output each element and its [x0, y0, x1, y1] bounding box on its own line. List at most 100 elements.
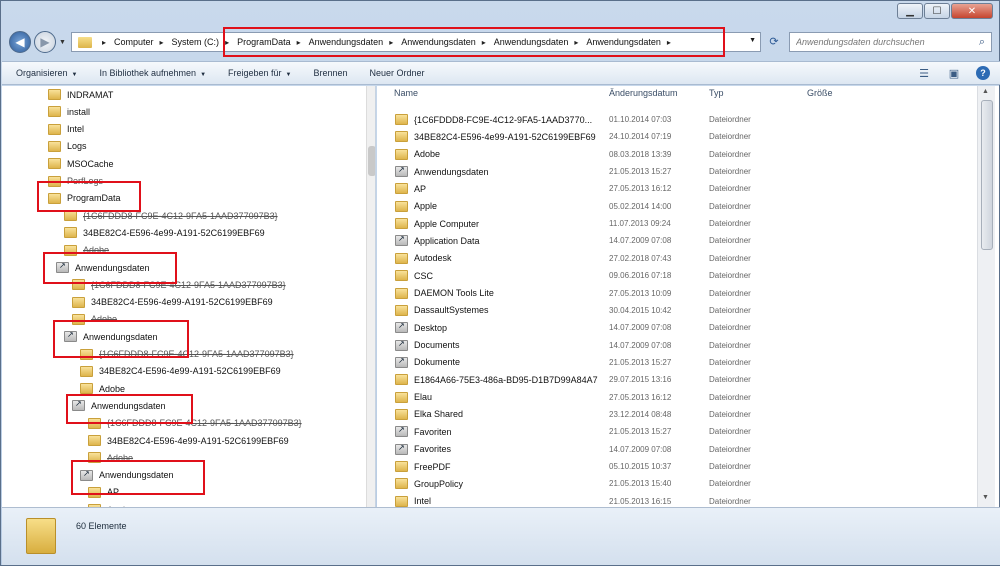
tree-item[interactable]: Anwendungsdaten: [80, 467, 174, 484]
file-row[interactable]: DAEMON Tools Lite 27.05.2013 10:09 Dateior…: [377, 285, 977, 302]
file-row[interactable]: Favorites 14.07.2009 07:08 Dateiordner: [377, 441, 977, 458]
breadcrumb-separator-icon[interactable]: ▸: [482, 38, 486, 47]
tree-item[interactable]: 34BE82C4-E596-4e99-A191-52C6199EBF69: [72, 294, 273, 311]
tree-item[interactable]: Anwendungsdaten: [72, 397, 166, 414]
view-options-icon[interactable]: ☰: [916, 65, 932, 81]
tree-item[interactable]: 34BE82C4-E596-4e99-A191-52C6199EBF69: [88, 432, 289, 449]
preview-pane-icon[interactable]: ▣: [946, 65, 962, 81]
folder-icon: [48, 175, 61, 187]
tree-item[interactable]: Adobe: [80, 380, 125, 397]
share-menu[interactable]: Freigeben für ▼: [228, 68, 291, 78]
organize-menu[interactable]: Organisieren ▼: [16, 68, 77, 78]
breadcrumb-separator-icon[interactable]: ▸: [102, 38, 106, 47]
file-row[interactable]: CSC 09.06.2016 07:18 Dateiordner: [377, 267, 977, 284]
back-button[interactable]: ◀: [9, 31, 31, 53]
file-row[interactable]: Adobe 08.03.2018 13:39 Dateiordner: [377, 146, 977, 163]
column-header-name[interactable]: Name: [394, 88, 418, 104]
breadcrumb-separator-icon[interactable]: ▸: [160, 38, 164, 47]
breadcrumb-separator-icon[interactable]: ▸: [225, 38, 229, 47]
file-row[interactable]: FreePDF 05.10.2015 10:37 Dateiordner: [377, 458, 977, 475]
history-dropdown-icon[interactable]: ▼: [59, 39, 66, 46]
help-icon[interactable]: ?: [976, 66, 990, 80]
navigation-scrollbar[interactable]: [366, 86, 375, 507]
search-box[interactable]: ⌕: [789, 32, 992, 52]
tree-item[interactable]: ProgramData: [48, 190, 121, 207]
file-row[interactable]: AP 27.05.2013 16:12 Dateiordner: [377, 180, 977, 197]
file-row[interactable]: E1864A66-75E3-486a-BD95-D1B7D99A84A7 29.0…: [377, 371, 977, 388]
file-row[interactable]: Elka Shared 23.12.2014 08:48 Dateiordner: [377, 406, 977, 423]
close-button[interactable]: ✕: [951, 3, 993, 19]
tree-item[interactable]: Anwendungsdaten: [64, 328, 158, 345]
tree-item[interactable]: Logs: [48, 138, 87, 155]
file-row[interactable]: Documents 14.07.2009 07:08 Dateiordner: [377, 337, 977, 354]
tree-item[interactable]: {1C6FDDD8-FC9E-4C12-9FA5-1AAD377097B3}: [88, 415, 302, 432]
breadcrumb-separator-icon[interactable]: ▸: [389, 38, 393, 47]
breadcrumb-separator-icon[interactable]: ▸: [574, 38, 578, 47]
breadcrumb-item[interactable]: ProgramData: [237, 37, 291, 47]
include-library-menu[interactable]: In Bibliothek aufnehmen ▼: [99, 68, 206, 78]
tree-item[interactable]: PerfLogs: [48, 173, 103, 190]
scrollbar-thumb[interactable]: [368, 146, 375, 176]
navigation-pane[interactable]: INDRAMAT install Intel Logs MSOCache PerfLogs…: [2, 86, 376, 507]
breadcrumb-item[interactable]: Anwendungsdaten: [401, 37, 476, 47]
new-folder-button[interactable]: Neuer Ordner: [370, 68, 425, 78]
file-list-scrollbar[interactable]: ▲ ▼: [977, 86, 995, 507]
breadcrumb-item[interactable]: Anwendungsdaten: [309, 37, 384, 47]
address-bar[interactable]: ▸ Computer ▸ System (C:) ▸ ProgramData ▸…: [71, 32, 761, 52]
tree-item[interactable]: {1C6FDDD8-FC9E-4C12-9FA5-1AAD377097B3}: [72, 276, 286, 293]
search-input[interactable]: [796, 37, 966, 47]
file-row[interactable]: Intel 21.05.2013 16:15 Dateiordner: [377, 493, 977, 507]
column-header-type[interactable]: Typ: [709, 88, 724, 104]
search-icon[interactable]: ⌕: [979, 36, 985, 49]
tree-item[interactable]: {1C6FDDD8-FC9E-4C12-9FA5-1AAD377097B3}: [80, 346, 294, 363]
tree-item[interactable]: AP: [88, 484, 119, 501]
file-row[interactable]: Apple 05.02.2014 14:00 Dateiordner: [377, 198, 977, 215]
scroll-up-icon[interactable]: ▲: [982, 88, 989, 95]
breadcrumb-separator-icon[interactable]: ▸: [667, 38, 671, 47]
column-header-size[interactable]: Größe: [807, 88, 833, 104]
file-date: 14.07.2009 07:08: [609, 444, 672, 454]
file-row[interactable]: {1C6FDDD8-FC9E-4C12-9FA5-1AAD3770... 01.1…: [377, 111, 977, 128]
file-type: Dateiordner: [709, 340, 751, 350]
file-row[interactable]: Application Data 14.07.2009 07:08 Dateiord…: [377, 232, 977, 249]
maximize-button[interactable]: ☐: [924, 3, 950, 19]
file-row[interactable]: 34BE82C4-E596-4e99-A191-52C6199EBF69 24.1…: [377, 128, 977, 145]
tree-item[interactable]: install: [48, 103, 90, 120]
tree-item[interactable]: Intel: [48, 121, 84, 138]
file-name-label: DassaultSystemes: [414, 305, 489, 316]
file-row[interactable]: GroupPolicy 21.05.2013 15:40 Dateiordner: [377, 475, 977, 492]
scrollbar-thumb[interactable]: [981, 100, 993, 250]
tree-item[interactable]: INDRAMAT: [48, 86, 113, 103]
folder-icon: [48, 89, 61, 100]
tree-item[interactable]: 34BE82C4-E596-4e99-A191-52C6199EBF69: [80, 363, 281, 380]
breadcrumb-item[interactable]: System (C:): [172, 37, 220, 47]
file-row[interactable]: Desktop 14.07.2009 07:08 Dateiordner: [377, 319, 977, 336]
refresh-icon[interactable]: ⟳: [765, 35, 783, 51]
file-row[interactable]: Elau 27.05.2013 16:12 Dateiordner: [377, 389, 977, 406]
breadcrumb-item[interactable]: Anwendungsdaten: [494, 37, 569, 47]
breadcrumb-item[interactable]: Anwendungsdaten: [586, 37, 661, 47]
file-type: Dateiordner: [709, 479, 751, 489]
file-row[interactable]: Anwendungsdaten 21.05.2013 15:27 Dateiordn…: [377, 163, 977, 180]
tree-item[interactable]: Anwendungsdaten: [56, 259, 150, 276]
tree-item[interactable]: MSOCache: [48, 155, 114, 172]
tree-item[interactable]: Adobe: [72, 311, 117, 328]
tree-item[interactable]: {1C6FDDD8-FC9E-4C12-9FA5-1AAD377097B3}: [64, 207, 278, 224]
tree-item[interactable]: 34BE82C4-E596-4e99-A191-52C6199EBF69: [64, 224, 265, 241]
tree-item[interactable]: Adobe: [88, 449, 133, 466]
file-row[interactable]: Favoriten 21.05.2013 15:27 Dateiordner: [377, 423, 977, 440]
minimize-button[interactable]: ▁: [897, 3, 923, 19]
burn-button[interactable]: Brennen: [314, 68, 348, 78]
scroll-down-icon[interactable]: ▼: [982, 494, 989, 501]
file-type: Dateiordner: [709, 375, 751, 385]
tree-item[interactable]: Adobe: [64, 242, 109, 259]
column-header-date[interactable]: Änderungsdatum: [609, 88, 678, 104]
file-row[interactable]: Dokumente 21.05.2013 15:27 Dateiordner: [377, 354, 977, 371]
breadcrumb-item[interactable]: Computer: [114, 37, 154, 47]
breadcrumb-separator-icon[interactable]: ▸: [297, 38, 301, 47]
forward-button[interactable]: ▶: [34, 31, 56, 53]
file-row[interactable]: Apple Computer 11.07.2013 09:24 Dateiordne…: [377, 215, 977, 232]
file-row[interactable]: Autodesk 27.02.2018 07:43 Dateiordner: [377, 250, 977, 267]
file-row[interactable]: DassaultSystemes 30.04.2015 10:42 Dateiord…: [377, 302, 977, 319]
address-dropdown-icon[interactable]: ▼: [749, 37, 756, 44]
